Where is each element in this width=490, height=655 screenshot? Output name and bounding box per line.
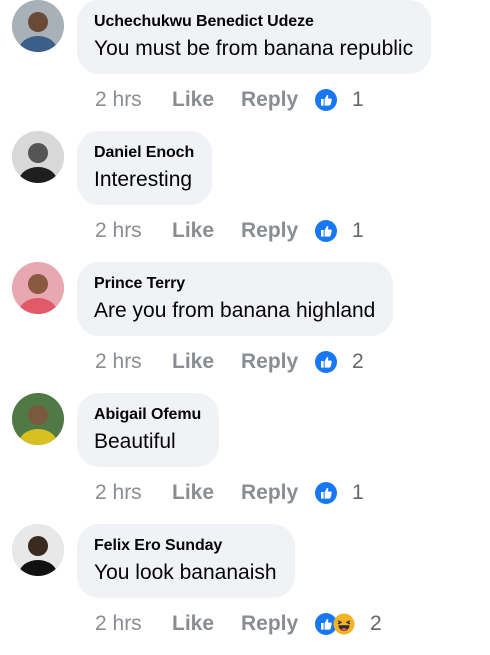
like-button[interactable]: Like xyxy=(172,350,241,374)
comment-text: Are you from banana highland xyxy=(94,299,376,322)
comment-item: Daniel Enoch Interesting 2 hrs Like Reply 1 xyxy=(0,131,490,262)
reply-button[interactable]: Reply xyxy=(241,219,313,243)
like-button[interactable]: Like xyxy=(172,219,241,243)
comment-actions: 2 hrs Like Reply 1 xyxy=(95,218,364,244)
comment-timestamp[interactable]: 2 hrs xyxy=(95,481,172,505)
reaction-summary[interactable]: 1 xyxy=(315,88,364,112)
comment-timestamp[interactable]: 2 hrs xyxy=(95,350,172,374)
reaction-count: 2 xyxy=(370,612,382,635)
thumbs-up-reaction-icon xyxy=(315,351,337,373)
like-button[interactable]: Like xyxy=(172,88,241,112)
like-button[interactable]: Like xyxy=(172,612,241,636)
comment-bubble: Prince Terry Are you from banana highland xyxy=(77,262,394,336)
reaction-summary[interactable]: 2 xyxy=(315,350,364,374)
comment-timestamp[interactable]: 2 hrs xyxy=(95,88,172,112)
reaction-summary[interactable]: 1 xyxy=(315,481,364,505)
like-button[interactable]: Like xyxy=(172,481,241,505)
avatar[interactable] xyxy=(12,131,64,183)
reaction-count: 2 xyxy=(352,350,364,373)
reaction-count: 1 xyxy=(352,88,364,111)
comment-item: Prince Terry Are you from banana highland… xyxy=(0,262,490,393)
reaction-count: 1 xyxy=(352,219,364,242)
comment-item: Uchechukwu Benedict Udeze You must be fro… xyxy=(0,0,490,131)
comment-actions: 2 hrs Like Reply 1 xyxy=(95,480,364,506)
reply-button[interactable]: Reply xyxy=(241,481,313,505)
reaction-count: 1 xyxy=(352,481,364,504)
reaction-summary[interactable]: 1 xyxy=(315,219,364,243)
comment-author[interactable]: Prince Terry xyxy=(94,274,375,294)
reaction-summary[interactable]: 2 xyxy=(315,612,382,636)
comment-bubble: Uchechukwu Benedict Udeze You must be fro… xyxy=(77,0,432,74)
reply-button[interactable]: Reply xyxy=(241,350,313,374)
thumbs-up-reaction-icon xyxy=(315,89,337,111)
avatar[interactable] xyxy=(12,393,64,445)
thumbs-up-reaction-icon xyxy=(315,482,337,504)
avatar[interactable] xyxy=(12,524,64,576)
comment-item: Abigail Ofemu Beautiful 2 hrs Like Reply 1 xyxy=(0,393,490,524)
reply-button[interactable]: Reply xyxy=(241,612,313,636)
comment-item: Felix Ero Sunday You look bananaish 2 hrs L… xyxy=(0,524,490,655)
haha-reaction-icon xyxy=(333,613,355,635)
avatar[interactable] xyxy=(12,0,64,52)
comment-text: Beautiful xyxy=(94,430,176,453)
comment-author[interactable]: Uchechukwu Benedict Udeze xyxy=(94,12,413,32)
comment-bubble: Abigail Ofemu Beautiful xyxy=(77,393,220,467)
comment-actions: 2 hrs Like Reply 2 xyxy=(95,349,364,375)
comment-author[interactable]: Daniel Enoch xyxy=(94,143,194,163)
comment-actions: 2 hrs Like Reply 1 xyxy=(95,87,364,113)
comment-author[interactable]: Abigail Ofemu xyxy=(94,405,201,425)
comment-bubble: Felix Ero Sunday You look bananaish xyxy=(77,524,295,598)
comment-timestamp[interactable]: 2 hrs xyxy=(95,219,172,243)
comment-bubble: Daniel Enoch Interesting xyxy=(77,131,213,205)
reply-button[interactable]: Reply xyxy=(241,88,313,112)
comment-author[interactable]: Felix Ero Sunday xyxy=(94,536,277,556)
comment-text: You look bananaish xyxy=(94,561,277,584)
avatar[interactable] xyxy=(12,262,64,314)
comment-text: You must be from banana republic xyxy=(94,37,414,60)
thumbs-up-reaction-icon xyxy=(315,220,337,242)
comment-text: Interesting xyxy=(94,168,193,191)
comment-actions: 2 hrs Like Reply 2 xyxy=(95,611,382,637)
comment-timestamp[interactable]: 2 hrs xyxy=(95,612,172,636)
